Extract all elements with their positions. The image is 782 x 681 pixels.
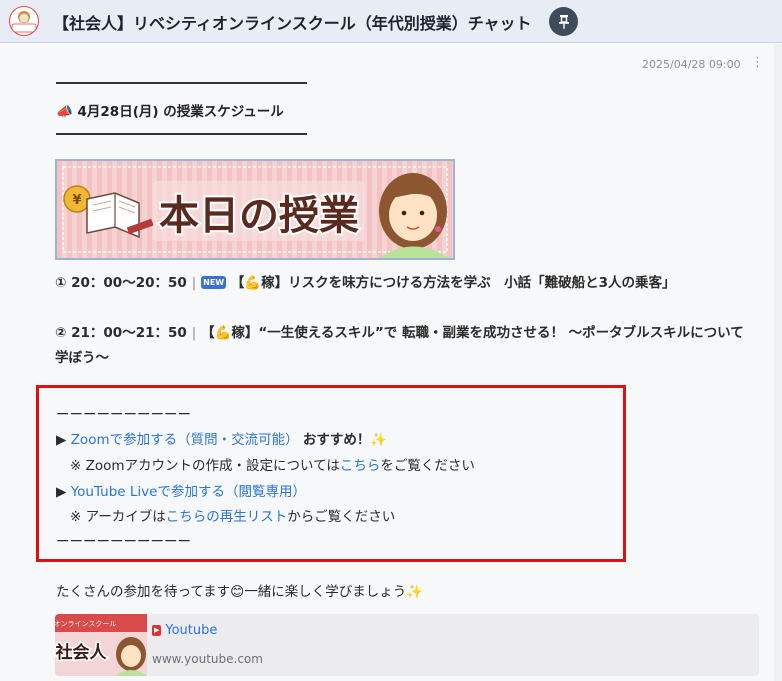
- play-arrow-icon: ▶: [56, 432, 67, 448]
- scrollbar[interactable]: [774, 44, 782, 681]
- youtube-line: ▶ YouTube Liveで参加する（閲覧専用）: [56, 480, 306, 500]
- channel-title: 【社会人】リベシティオンラインスクール（年代別授業）チャット: [53, 14, 532, 33]
- link-preview-card[interactable]: オンラインスクール 社会人 ▶ Youtube www.youtube.com: [55, 614, 759, 676]
- avatar-illustration-icon: [11, 11, 37, 33]
- sparkle-icon: ✨: [370, 432, 388, 448]
- schedule-title: 📣 4月28日(月) の授業スケジュール: [56, 100, 284, 120]
- archive-playlist-link[interactable]: こちらの再生リスト: [166, 509, 288, 525]
- zoom-help-link[interactable]: こちら: [340, 458, 381, 474]
- class-1-time: ① 20：00〜20：50: [55, 275, 187, 291]
- invite-text: たくさんの参加を待ってます😊一緒に楽しく学びましょう✨: [56, 580, 423, 600]
- banner-title: 本日の授業: [159, 193, 359, 239]
- message-timestamp: 2025/04/28 09:00: [642, 58, 741, 71]
- divider-bottom: [56, 133, 307, 135]
- thumb-label: 社会人: [55, 642, 107, 663]
- link-preview-title-text[interactable]: Youtube: [165, 623, 217, 638]
- class-item-1: ① 20：00〜20：50 | NEW 【💪稼】リスクを味方につける方法を学ぶ …: [55, 275, 676, 291]
- schedule-title-text: 4月28日(月) の授業スケジュール: [77, 104, 284, 120]
- zoom-note-suffix: をご覧ください: [380, 458, 475, 474]
- megaphone-icon: 📣: [56, 104, 73, 120]
- smile-icon: 😊: [230, 584, 245, 600]
- today-class-banner[interactable]: ¥ 本日の授業: [55, 159, 455, 260]
- message-menu-icon[interactable]: ⋮: [751, 55, 764, 70]
- youtube-logo-icon: ▶: [152, 625, 162, 636]
- new-badge-icon: NEW: [201, 276, 227, 289]
- sparkle-icon: ✨: [406, 584, 424, 600]
- invite-prefix: たくさんの参加を待ってます: [56, 584, 231, 600]
- archive-note-suffix: からご覧ください: [287, 509, 396, 525]
- archive-note-prefix: ※ アーカイブは: [70, 509, 166, 525]
- divider-dash-top: ーーーーーーーーーー: [56, 407, 191, 423]
- yen-coin-icon: ¥: [63, 185, 91, 213]
- link-preview-url: www.youtube.com: [152, 652, 263, 666]
- divider-top: [56, 82, 307, 84]
- thumb-label-top: オンラインスクール: [55, 620, 116, 628]
- zoom-recommend-text: おすすめ！: [302, 432, 371, 448]
- youtube-live-link[interactable]: YouTube Liveで参加する（閲覧専用）: [71, 484, 306, 500]
- channel-avatar[interactable]: [9, 6, 39, 36]
- pin-button[interactable]: [549, 7, 578, 36]
- invite-suffix: 一緒に楽しく学びましょう: [244, 584, 407, 600]
- link-preview-title: ▶ Youtube: [152, 623, 217, 638]
- zoom-note: ※ Zoomアカウントの作成・設定についてはこちらをご覧ください: [70, 454, 475, 474]
- pin-icon: [558, 14, 569, 29]
- chat-header: 【社会人】リベシティオンラインスクール（年代別授業）チャット: [0, 0, 782, 43]
- zoom-note-prefix: ※ Zoomアカウントの作成・設定については: [70, 458, 340, 474]
- class-1-title: 【💪稼】リスクを味方につける方法を学ぶ 小話「難破船と3人の乗客」: [230, 275, 676, 291]
- class-item-2: ② 21：00〜21：50 | 【💪稼】“一生使えるスキル”で 転職・副業を成功…: [55, 325, 744, 366]
- zoom-line: ▶ Zoomで参加する（質問・交流可能） おすすめ！✨: [56, 428, 387, 448]
- archive-note: ※ アーカイブはこちらの再生リストからご覧ください: [70, 505, 395, 525]
- divider-dash-bottom: ーーーーーーーーーー: [56, 534, 191, 550]
- zoom-join-link[interactable]: Zoomで参加する（質問・交流可能）: [71, 432, 299, 448]
- svg-text:¥: ¥: [72, 193, 81, 208]
- class-2-time: ② 21：00〜21：50: [55, 325, 187, 341]
- link-preview-thumbnail[interactable]: オンラインスクール 社会人: [55, 614, 147, 676]
- play-arrow-icon: ▶: [56, 484, 67, 500]
